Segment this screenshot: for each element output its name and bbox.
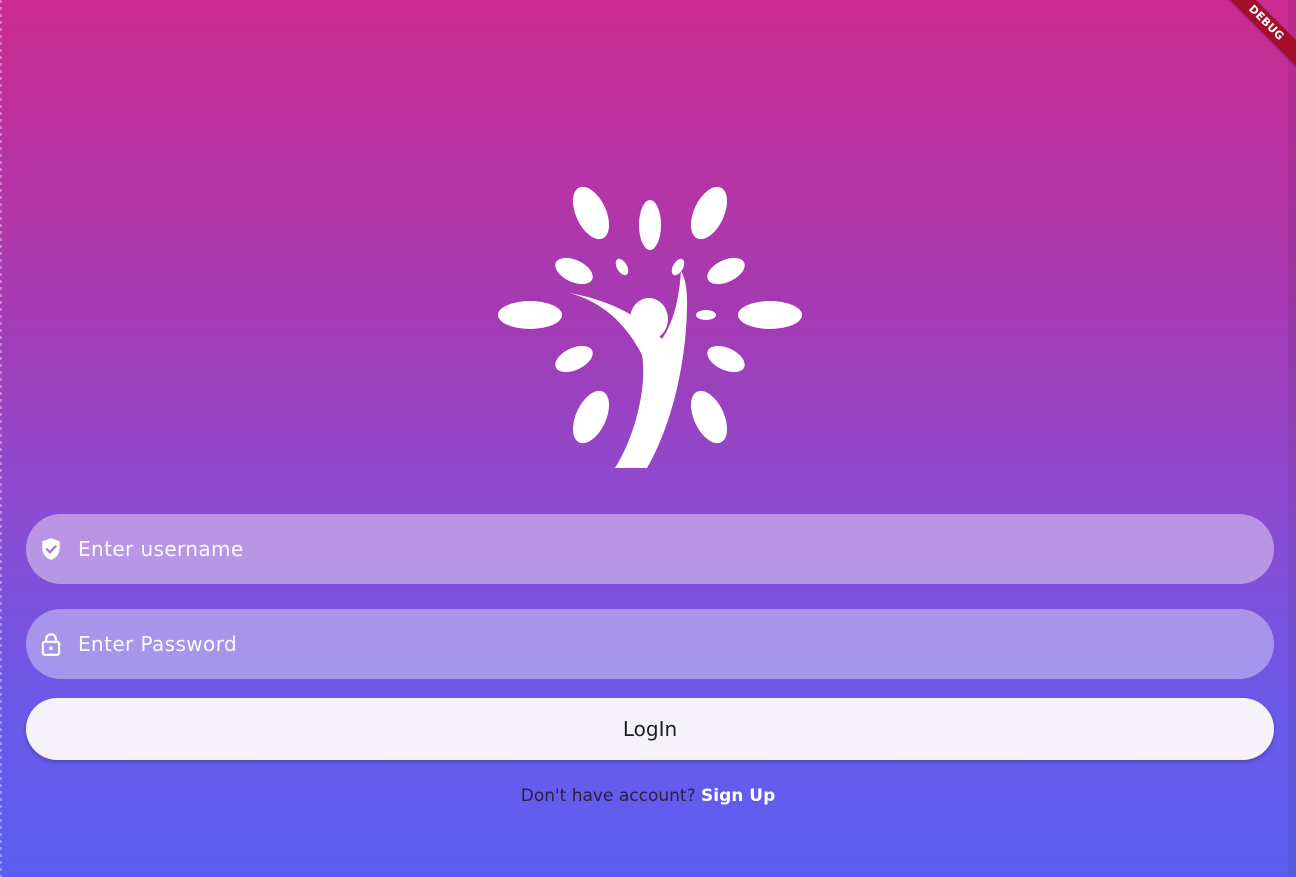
login-button[interactable]: LogIn [26,698,1274,760]
username-field[interactable] [26,514,1274,584]
debug-banner-label: DEBUG [1217,0,1296,72]
username-input[interactable] [76,528,1274,570]
lock-icon [38,631,64,657]
verified-shield-icon [38,536,64,562]
password-field[interactable] [26,609,1274,679]
signup-row: Don't have account? Sign Up [0,786,1296,806]
password-input[interactable] [76,623,1274,665]
login-screen: DEBUG Enter username LogIn Don't have ac… [0,0,1296,877]
signup-link[interactable]: Sign Up [701,786,775,806]
scrollbar-track [1288,0,1296,877]
left-edge-marker [0,0,2,877]
debug-banner: DEBUG [1206,0,1296,90]
tree-person-icon [498,186,802,468]
signup-prompt: Don't have account? [520,786,696,806]
